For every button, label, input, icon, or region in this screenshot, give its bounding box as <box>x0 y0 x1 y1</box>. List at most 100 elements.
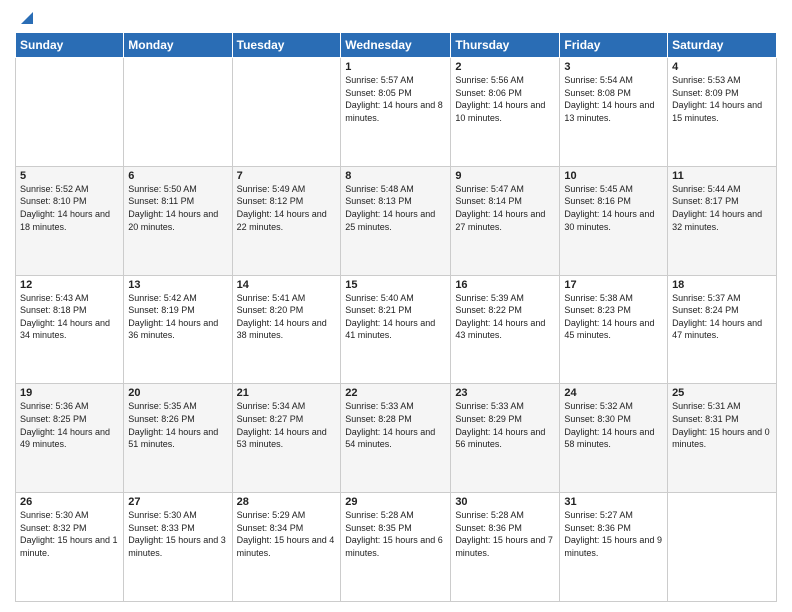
calendar-cell: 3Sunrise: 5:54 AM Sunset: 8:08 PM Daylig… <box>560 58 668 167</box>
day-info: Sunrise: 5:30 AM Sunset: 8:33 PM Dayligh… <box>128 509 227 559</box>
day-info: Sunrise: 5:45 AM Sunset: 8:16 PM Dayligh… <box>564 183 663 233</box>
calendar-cell: 21Sunrise: 5:34 AM Sunset: 8:27 PM Dayli… <box>232 384 341 493</box>
calendar-cell: 22Sunrise: 5:33 AM Sunset: 8:28 PM Dayli… <box>341 384 451 493</box>
calendar-week-row: 19Sunrise: 5:36 AM Sunset: 8:25 PM Dayli… <box>16 384 777 493</box>
calendar-cell: 10Sunrise: 5:45 AM Sunset: 8:16 PM Dayli… <box>560 166 668 275</box>
day-info: Sunrise: 5:40 AM Sunset: 8:21 PM Dayligh… <box>345 292 446 342</box>
day-number: 31 <box>564 496 663 508</box>
day-info: Sunrise: 5:31 AM Sunset: 8:31 PM Dayligh… <box>672 400 772 450</box>
day-number: 29 <box>345 496 446 508</box>
calendar-cell: 16Sunrise: 5:39 AM Sunset: 8:22 PM Dayli… <box>451 275 560 384</box>
calendar-cell: 25Sunrise: 5:31 AM Sunset: 8:31 PM Dayli… <box>668 384 777 493</box>
calendar-page: SundayMondayTuesdayWednesdayThursdayFrid… <box>0 0 792 612</box>
calendar-cell: 17Sunrise: 5:38 AM Sunset: 8:23 PM Dayli… <box>560 275 668 384</box>
day-info: Sunrise: 5:42 AM Sunset: 8:19 PM Dayligh… <box>128 292 227 342</box>
day-number: 20 <box>128 387 227 399</box>
day-info: Sunrise: 5:56 AM Sunset: 8:06 PM Dayligh… <box>455 74 555 124</box>
day-info: Sunrise: 5:50 AM Sunset: 8:11 PM Dayligh… <box>128 183 227 233</box>
day-number: 13 <box>128 279 227 291</box>
day-info: Sunrise: 5:34 AM Sunset: 8:27 PM Dayligh… <box>237 400 337 450</box>
calendar-cell: 1Sunrise: 5:57 AM Sunset: 8:05 PM Daylig… <box>341 58 451 167</box>
day-info: Sunrise: 5:39 AM Sunset: 8:22 PM Dayligh… <box>455 292 555 342</box>
calendar-week-row: 5Sunrise: 5:52 AM Sunset: 8:10 PM Daylig… <box>16 166 777 275</box>
day-info: Sunrise: 5:33 AM Sunset: 8:29 PM Dayligh… <box>455 400 555 450</box>
day-info: Sunrise: 5:36 AM Sunset: 8:25 PM Dayligh… <box>20 400 119 450</box>
calendar-cell: 27Sunrise: 5:30 AM Sunset: 8:33 PM Dayli… <box>124 493 232 602</box>
calendar-week-row: 26Sunrise: 5:30 AM Sunset: 8:32 PM Dayli… <box>16 493 777 602</box>
calendar-cell: 5Sunrise: 5:52 AM Sunset: 8:10 PM Daylig… <box>16 166 124 275</box>
weekday-header-monday: Monday <box>124 33 232 58</box>
logo-icon <box>17 10 33 26</box>
day-number: 21 <box>237 387 337 399</box>
day-info: Sunrise: 5:32 AM Sunset: 8:30 PM Dayligh… <box>564 400 663 450</box>
calendar-cell: 15Sunrise: 5:40 AM Sunset: 8:21 PM Dayli… <box>341 275 451 384</box>
day-info: Sunrise: 5:38 AM Sunset: 8:23 PM Dayligh… <box>564 292 663 342</box>
calendar-cell <box>124 58 232 167</box>
calendar-week-row: 12Sunrise: 5:43 AM Sunset: 8:18 PM Dayli… <box>16 275 777 384</box>
calendar-cell: 23Sunrise: 5:33 AM Sunset: 8:29 PM Dayli… <box>451 384 560 493</box>
weekday-header-thursday: Thursday <box>451 33 560 58</box>
day-info: Sunrise: 5:30 AM Sunset: 8:32 PM Dayligh… <box>20 509 119 559</box>
day-info: Sunrise: 5:54 AM Sunset: 8:08 PM Dayligh… <box>564 74 663 124</box>
calendar-cell: 11Sunrise: 5:44 AM Sunset: 8:17 PM Dayli… <box>668 166 777 275</box>
calendar-cell: 24Sunrise: 5:32 AM Sunset: 8:30 PM Dayli… <box>560 384 668 493</box>
day-number: 5 <box>20 170 119 182</box>
weekday-header-saturday: Saturday <box>668 33 777 58</box>
day-number: 12 <box>20 279 119 291</box>
calendar-cell: 30Sunrise: 5:28 AM Sunset: 8:36 PM Dayli… <box>451 493 560 602</box>
day-number: 3 <box>564 61 663 73</box>
day-number: 23 <box>455 387 555 399</box>
day-number: 18 <box>672 279 772 291</box>
logo <box>15 10 33 26</box>
day-info: Sunrise: 5:28 AM Sunset: 8:36 PM Dayligh… <box>455 509 555 559</box>
calendar-cell: 9Sunrise: 5:47 AM Sunset: 8:14 PM Daylig… <box>451 166 560 275</box>
calendar-cell: 29Sunrise: 5:28 AM Sunset: 8:35 PM Dayli… <box>341 493 451 602</box>
day-info: Sunrise: 5:33 AM Sunset: 8:28 PM Dayligh… <box>345 400 446 450</box>
calendar-cell: 18Sunrise: 5:37 AM Sunset: 8:24 PM Dayli… <box>668 275 777 384</box>
day-number: 27 <box>128 496 227 508</box>
calendar-cell: 28Sunrise: 5:29 AM Sunset: 8:34 PM Dayli… <box>232 493 341 602</box>
day-number: 9 <box>455 170 555 182</box>
day-info: Sunrise: 5:47 AM Sunset: 8:14 PM Dayligh… <box>455 183 555 233</box>
calendar-cell: 12Sunrise: 5:43 AM Sunset: 8:18 PM Dayli… <box>16 275 124 384</box>
calendar-header-row: SundayMondayTuesdayWednesdayThursdayFrid… <box>16 33 777 58</box>
day-number: 10 <box>564 170 663 182</box>
day-info: Sunrise: 5:48 AM Sunset: 8:13 PM Dayligh… <box>345 183 446 233</box>
day-number: 14 <box>237 279 337 291</box>
day-info: Sunrise: 5:57 AM Sunset: 8:05 PM Dayligh… <box>345 74 446 124</box>
day-number: 17 <box>564 279 663 291</box>
calendar-cell: 13Sunrise: 5:42 AM Sunset: 8:19 PM Dayli… <box>124 275 232 384</box>
calendar-cell: 14Sunrise: 5:41 AM Sunset: 8:20 PM Dayli… <box>232 275 341 384</box>
day-number: 22 <box>345 387 446 399</box>
calendar-cell: 19Sunrise: 5:36 AM Sunset: 8:25 PM Dayli… <box>16 384 124 493</box>
day-number: 15 <box>345 279 446 291</box>
day-info: Sunrise: 5:43 AM Sunset: 8:18 PM Dayligh… <box>20 292 119 342</box>
calendar-cell: 2Sunrise: 5:56 AM Sunset: 8:06 PM Daylig… <box>451 58 560 167</box>
calendar-cell: 6Sunrise: 5:50 AM Sunset: 8:11 PM Daylig… <box>124 166 232 275</box>
day-info: Sunrise: 5:44 AM Sunset: 8:17 PM Dayligh… <box>672 183 772 233</box>
day-number: 28 <box>237 496 337 508</box>
day-info: Sunrise: 5:29 AM Sunset: 8:34 PM Dayligh… <box>237 509 337 559</box>
day-number: 11 <box>672 170 772 182</box>
calendar-cell <box>232 58 341 167</box>
weekday-header-sunday: Sunday <box>16 33 124 58</box>
day-number: 7 <box>237 170 337 182</box>
day-info: Sunrise: 5:52 AM Sunset: 8:10 PM Dayligh… <box>20 183 119 233</box>
day-number: 16 <box>455 279 555 291</box>
day-info: Sunrise: 5:37 AM Sunset: 8:24 PM Dayligh… <box>672 292 772 342</box>
calendar-week-row: 1Sunrise: 5:57 AM Sunset: 8:05 PM Daylig… <box>16 58 777 167</box>
day-number: 26 <box>20 496 119 508</box>
day-number: 6 <box>128 170 227 182</box>
calendar-cell: 26Sunrise: 5:30 AM Sunset: 8:32 PM Dayli… <box>16 493 124 602</box>
day-number: 24 <box>564 387 663 399</box>
weekday-header-tuesday: Tuesday <box>232 33 341 58</box>
day-number: 8 <box>345 170 446 182</box>
calendar-cell: 4Sunrise: 5:53 AM Sunset: 8:09 PM Daylig… <box>668 58 777 167</box>
day-info: Sunrise: 5:28 AM Sunset: 8:35 PM Dayligh… <box>345 509 446 559</box>
day-number: 30 <box>455 496 555 508</box>
day-info: Sunrise: 5:27 AM Sunset: 8:36 PM Dayligh… <box>564 509 663 559</box>
calendar-cell <box>668 493 777 602</box>
day-number: 1 <box>345 61 446 73</box>
weekday-header-friday: Friday <box>560 33 668 58</box>
day-number: 4 <box>672 61 772 73</box>
